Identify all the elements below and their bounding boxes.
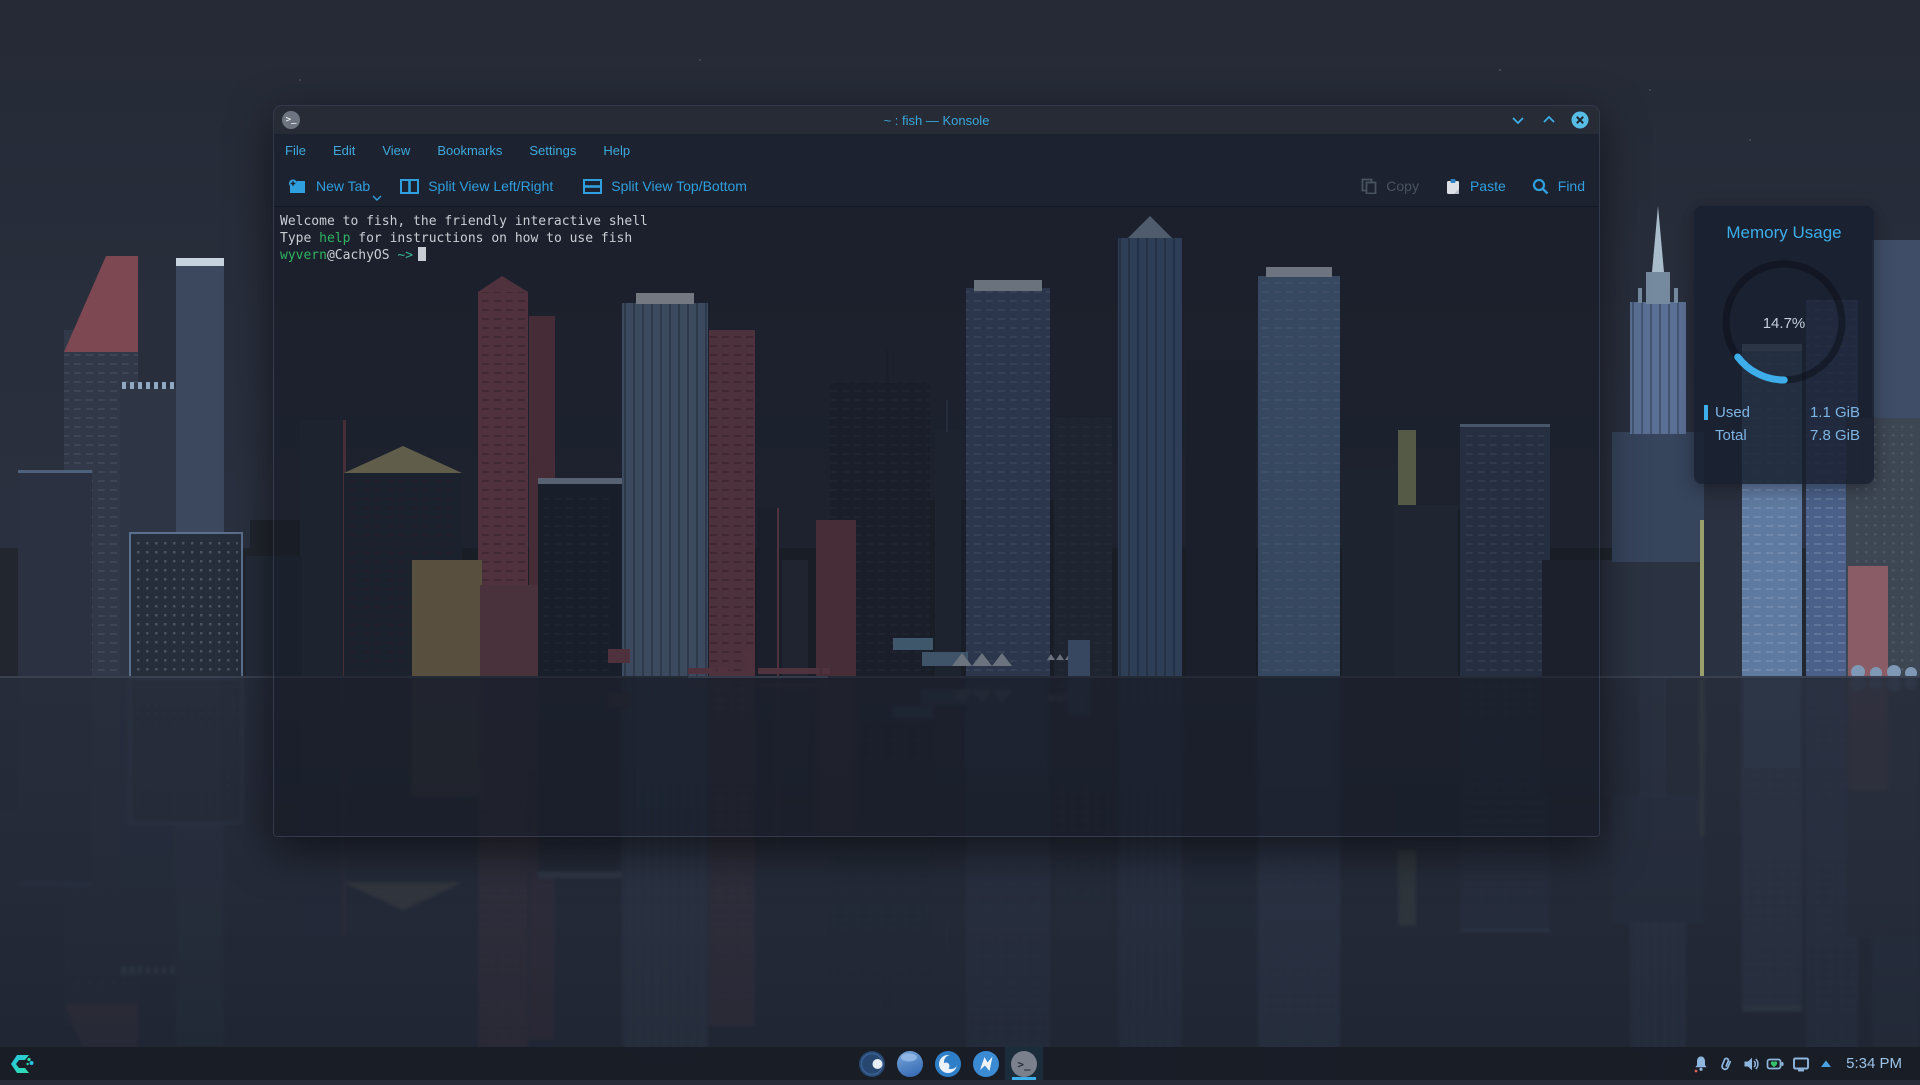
display-button[interactable]	[1788, 1047, 1813, 1080]
used-value: 1.1 GiB	[1810, 404, 1860, 421]
split-view-top-bottom-button[interactable]: Split View Top/Bottom	[583, 178, 747, 194]
battery-button[interactable]	[1763, 1047, 1788, 1080]
konsole-window: >_ ~ : fish — Konsole File Edit View Boo…	[273, 105, 1600, 837]
menu-help[interactable]: Help	[603, 143, 630, 158]
terminal-cursor	[418, 247, 426, 261]
split-view-left-right-button[interactable]: Split View Left/Right	[400, 178, 553, 194]
paste-button[interactable]: Paste	[1445, 178, 1506, 195]
new-tab-button[interactable]: New Tab	[288, 178, 370, 194]
memory-usage-widget[interactable]: Memory Usage 14.7% Used 1.1 GiB Total 7.…	[1694, 206, 1874, 484]
volume-button[interactable]	[1738, 1047, 1763, 1080]
app-launcher-button[interactable]	[0, 1047, 44, 1080]
audio-volume-icon	[1742, 1055, 1760, 1073]
taskbar: >_	[0, 1047, 1920, 1080]
terminal-line: Welcome to fish, the friendly interactiv…	[280, 213, 1593, 230]
memory-percent: 14.7%	[1763, 315, 1806, 332]
chevron-down-icon	[1511, 113, 1525, 127]
memory-total-row: Total 7.8 GiB	[1704, 424, 1860, 447]
battery-charging-icon	[1766, 1055, 1785, 1073]
pinned-apps: >_	[853, 1047, 1043, 1080]
memory-used-row: Used 1.1 GiB	[1704, 401, 1860, 424]
app-sphere-icon	[896, 1050, 924, 1078]
menubar: File Edit View Bookmarks Settings Help	[274, 134, 1599, 166]
close-button[interactable]	[1571, 111, 1589, 129]
pinned-app-sphere[interactable]	[891, 1047, 929, 1080]
app-falcon-icon	[972, 1050, 1000, 1078]
menu-view[interactable]: View	[382, 143, 410, 158]
app-orb-icon	[858, 1050, 886, 1078]
maximize-button[interactable]	[1540, 111, 1558, 129]
display-screen-icon	[1792, 1055, 1810, 1073]
total-label: Total	[1715, 427, 1747, 444]
clipboard-paperclip-icon	[1717, 1055, 1735, 1073]
chevron-down-icon	[372, 195, 382, 201]
new-tab-icon	[288, 179, 307, 194]
toolbar: New Tab Split View Left/Right Split View…	[274, 166, 1599, 207]
pinned-app-globe[interactable]	[929, 1047, 967, 1080]
menu-file[interactable]: File	[285, 143, 306, 158]
copy-button[interactable]: Copy	[1361, 178, 1419, 194]
menu-edit[interactable]: Edit	[333, 143, 355, 158]
find-button[interactable]: Find	[1532, 178, 1585, 195]
copy-icon	[1361, 178, 1377, 194]
konsole-terminal-icon: >_	[1010, 1050, 1038, 1078]
clock[interactable]: 5:34 PM	[1838, 1055, 1914, 1072]
memory-gauge: 14.7%	[1714, 252, 1854, 392]
menu-bookmarks[interactable]: Bookmarks	[437, 143, 502, 158]
tray-expander-icon	[1819, 1057, 1833, 1071]
memory-widget-title: Memory Usage	[1694, 223, 1874, 243]
pinned-app-falcon[interactable]	[967, 1047, 1005, 1080]
terminal-area[interactable]: Welcome to fish, the friendly interactiv…	[274, 207, 1599, 836]
memory-legend: Used 1.1 GiB Total 7.8 GiB	[1694, 401, 1874, 447]
notifications-bell-icon	[1692, 1054, 1710, 1073]
window-title: ~ : fish — Konsole	[274, 113, 1599, 128]
system-tray: 5:34 PM	[1688, 1047, 1920, 1080]
titlebar[interactable]: >_ ~ : fish — Konsole	[274, 106, 1599, 134]
search-icon	[1532, 178, 1549, 195]
terminal-prompt: wyvern@CachyOS ~>	[280, 247, 1593, 264]
paste-icon	[1445, 178, 1461, 195]
clipboard-button[interactable]	[1713, 1047, 1738, 1080]
konsole-window-icon: >_	[282, 111, 300, 129]
menu-settings[interactable]: Settings	[529, 143, 576, 158]
taskbar-konsole-active[interactable]: >_	[1005, 1047, 1043, 1080]
minimize-button[interactable]	[1509, 111, 1527, 129]
split-top-bottom-icon	[583, 179, 602, 194]
svg-text:>_: >_	[1017, 1058, 1031, 1071]
terminal-line: Type help for instructions on how to use…	[280, 230, 1593, 247]
used-legend-marker	[1704, 405, 1708, 420]
used-label: Used	[1715, 404, 1750, 421]
pinned-app-orb[interactable]	[853, 1047, 891, 1080]
close-icon	[1571, 111, 1589, 129]
tray-expander-button[interactable]	[1813, 1047, 1838, 1080]
app-globe-swirl-icon	[934, 1050, 962, 1078]
split-left-right-icon	[400, 179, 419, 194]
notifications-button[interactable]	[1688, 1047, 1713, 1080]
total-value: 7.8 GiB	[1810, 427, 1860, 444]
chevron-up-icon	[1542, 113, 1556, 127]
cachyos-logo-icon	[9, 1051, 35, 1077]
